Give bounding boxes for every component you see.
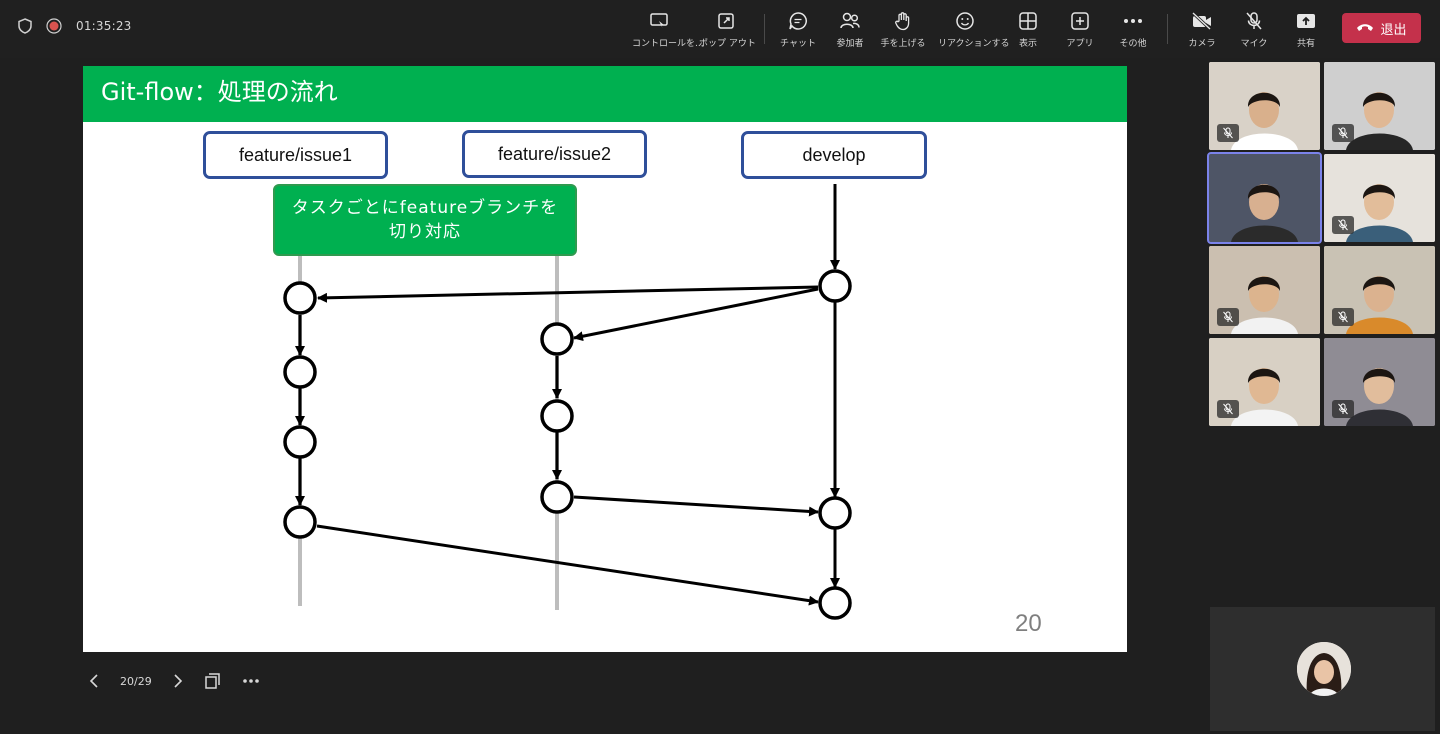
participant-tile[interactable] <box>1209 338 1320 426</box>
develop-commit-node <box>818 496 852 530</box>
toolbar-label: その他 <box>1119 39 1147 49</box>
toolbar-divider <box>1167 14 1168 44</box>
mic-muted-icon <box>1217 400 1239 418</box>
toolbar-label: 共有 <box>1296 39 1315 49</box>
view-icon <box>1001 10 1055 32</box>
toolbar-label: リアクションする <box>938 39 1010 49</box>
participant-tile[interactable] <box>1324 154 1435 242</box>
issue1-commit-node <box>283 425 317 459</box>
popout-button[interactable]: ポップ アウト <box>699 10 756 49</box>
hang-up-icon <box>1356 21 1374 36</box>
mic-muted-icon <box>1217 308 1239 326</box>
participant-video <box>1209 154 1320 242</box>
mic-off-icon <box>1227 10 1281 32</box>
meeting-toolbar: 01:35:23 コントロールを... ポップ アウト チャット 参加者 手を上… <box>0 0 1440 58</box>
toolbar-divider <box>764 14 765 44</box>
chat-button[interactable]: チャット <box>771 10 825 49</box>
more-icon <box>242 679 259 683</box>
participant-tile[interactable] <box>1324 62 1435 150</box>
participant-tile[interactable] <box>1324 338 1435 426</box>
toolbar-label: ポップ アウト <box>699 39 756 49</box>
issue1-commit-node <box>283 355 317 389</box>
callout-line: タスクごとにfeatureブランチを <box>291 198 559 218</box>
share-button[interactable]: 共有 <box>1279 10 1333 49</box>
toolbar-label: 参加者 <box>836 39 864 49</box>
chevron-right-icon <box>174 674 182 688</box>
popout-icon <box>699 10 753 32</box>
toolbar-label: コントロールを... <box>632 39 704 49</box>
leave-button[interactable]: 退出 <box>1342 13 1421 43</box>
participant-tile[interactable] <box>1324 246 1435 334</box>
toolbar-label: 表示 <box>1018 39 1037 49</box>
raise-hand-icon <box>876 10 930 32</box>
mic-muted-icon <box>1217 124 1239 142</box>
raise-hand-button[interactable]: 手を上げる <box>876 10 930 49</box>
toolbar-label: カメラ <box>1188 39 1216 49</box>
chat-icon <box>771 10 825 32</box>
merge-arrow <box>316 524 819 606</box>
camera-button[interactable]: カメラ <box>1175 10 1229 49</box>
camera-off-icon <box>1175 10 1229 32</box>
more-button[interactable]: その他 <box>1106 10 1160 49</box>
self-view[interactable] <box>1210 607 1435 731</box>
people-button[interactable]: 参加者 <box>823 10 877 49</box>
apps-icon <box>1053 10 1107 32</box>
issue1-commit-node <box>283 281 317 315</box>
participant-tile[interactable] <box>1209 246 1320 334</box>
chevron-left-icon <box>89 674 98 688</box>
develop-commit-node <box>818 586 852 620</box>
presenter-controls: 20/29 <box>88 668 260 694</box>
toolbar-label: アプリ <box>1066 39 1094 49</box>
leave-label: 退出 <box>1380 22 1407 38</box>
branch-off-arrow <box>573 287 819 342</box>
branch-label-issue2: feature/issue2 <box>462 130 647 178</box>
mic-button[interactable]: マイク <box>1227 10 1281 49</box>
participant-tile[interactable] <box>1209 62 1320 150</box>
meeting-timer: 01:35:23 <box>76 19 132 33</box>
mic-muted-icon <box>1332 308 1354 326</box>
apps-button[interactable]: アプリ <box>1053 10 1107 49</box>
mic-muted-icon <box>1332 216 1354 234</box>
previous-slide-button[interactable] <box>88 673 100 689</box>
develop-commit-node <box>818 269 852 303</box>
mic-muted-icon <box>1332 124 1354 142</box>
branch-label-develop: develop <box>741 131 927 179</box>
people-icon <box>823 10 877 32</box>
issue2-commit-node <box>540 480 574 514</box>
participant-tile[interactable] <box>1207 152 1322 244</box>
merge-arrow <box>573 495 819 517</box>
recording-icon <box>46 18 62 34</box>
self-avatar <box>1297 642 1351 696</box>
mic-muted-icon <box>1332 400 1354 418</box>
slide-grid-button[interactable] <box>204 672 222 690</box>
callout-line: 切り対応 <box>389 222 461 242</box>
shared-slide: Git-flow：処理の流れ feature/issue1 feature/is… <box>83 66 1127 652</box>
page-counter: 20/29 <box>120 674 152 688</box>
callout-note: タスクごとにfeatureブランチを 切り対応 <box>273 184 577 256</box>
more-icon <box>1106 10 1160 32</box>
toolbar-label: 手を上げる <box>880 39 926 49</box>
view-button[interactable]: 表示 <box>1001 10 1055 49</box>
toolbar-label: マイク <box>1240 39 1268 49</box>
reaction-button[interactable]: リアクションする <box>938 10 1010 49</box>
branch-off-arrow <box>317 285 819 303</box>
share-icon <box>1279 10 1333 32</box>
next-slide-button[interactable] <box>172 673 184 689</box>
branch-label-issue1: feature/issue1 <box>203 131 388 179</box>
issue2-commit-node <box>540 399 574 433</box>
reaction-icon <box>938 10 992 32</box>
issue1-commit-node <box>283 505 317 539</box>
slide-page-number: 20 <box>1015 610 1042 637</box>
more-options-button[interactable] <box>242 678 260 684</box>
share-control-icon <box>632 10 686 32</box>
shield-icon <box>18 18 32 34</box>
issue2-commit-node <box>540 322 574 356</box>
share-control-button[interactable]: コントロールを... <box>632 10 704 49</box>
toolbar-label: チャット <box>780 39 816 49</box>
slides-icon <box>204 673 220 689</box>
